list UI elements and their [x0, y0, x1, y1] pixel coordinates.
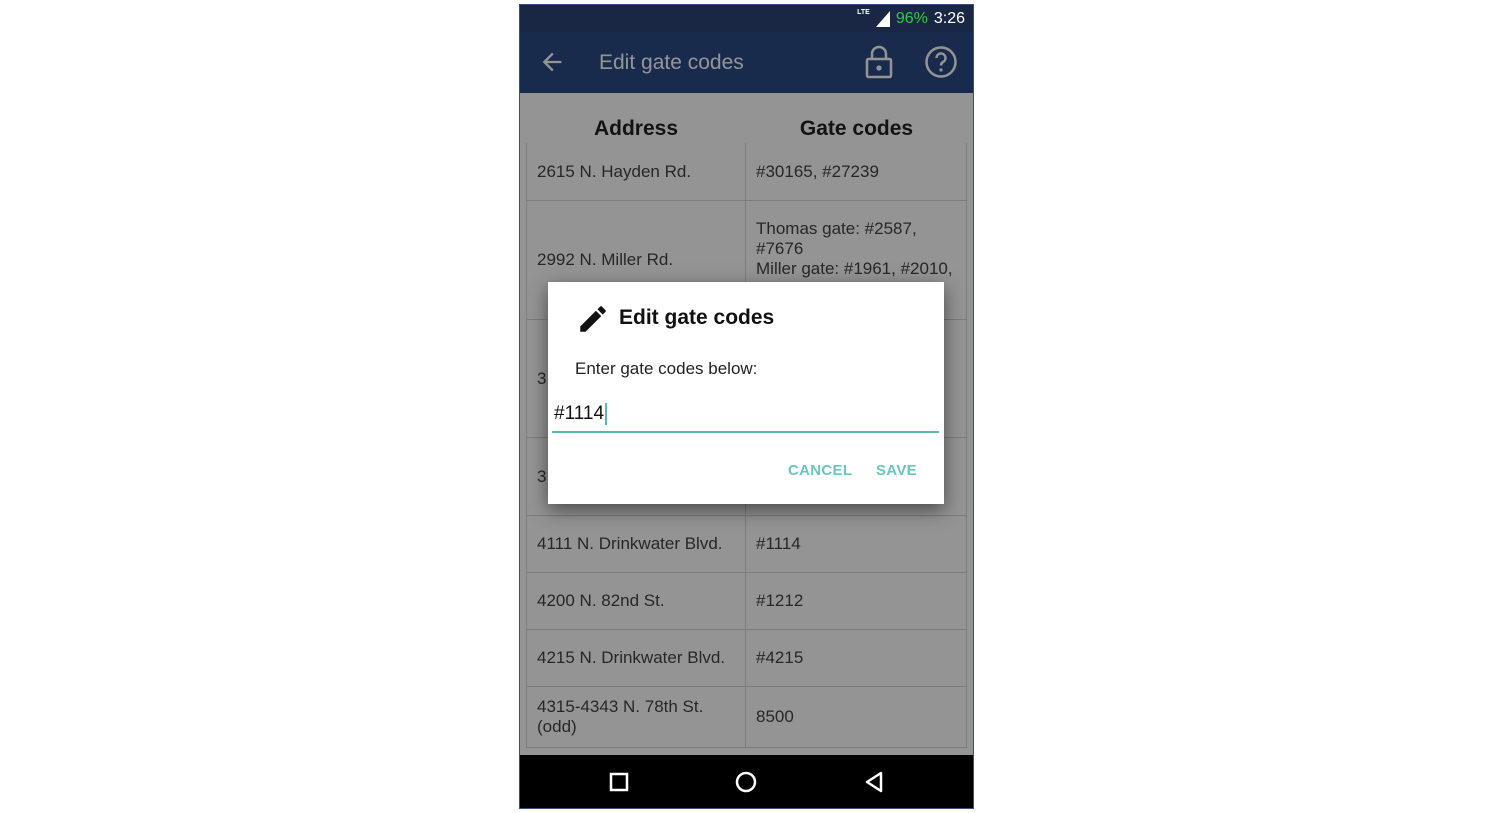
edit-gate-codes-dialog: Edit gate codes Enter gate codes below: …	[548, 282, 944, 504]
phone-screen: LTE 96% 3:26 Edit gate codes Address Gat…	[520, 5, 973, 808]
recents-square-icon[interactable]	[606, 769, 632, 795]
pencil-icon	[580, 306, 606, 332]
home-circle-icon[interactable]	[733, 769, 759, 795]
dialog-title: Edit gate codes	[619, 306, 775, 329]
clock: 3:26	[933, 9, 965, 27]
dialog-message: Enter gate codes below:	[575, 359, 758, 378]
gate-codes-input-value: #1114	[554, 403, 605, 424]
cancel-button[interactable]: CANCEL	[788, 462, 852, 479]
signal-icon	[875, 10, 890, 27]
navigation-bar	[520, 755, 973, 808]
text-caret	[605, 402, 608, 425]
network-type: LTE	[857, 9, 870, 16]
battery-percent: 96%	[895, 9, 928, 27]
save-button[interactable]: SAVE	[876, 462, 917, 479]
status-bar: LTE 96% 3:26	[520, 5, 973, 32]
gate-codes-input[interactable]: #1114	[552, 399, 939, 433]
back-triangle-icon[interactable]	[861, 769, 887, 795]
